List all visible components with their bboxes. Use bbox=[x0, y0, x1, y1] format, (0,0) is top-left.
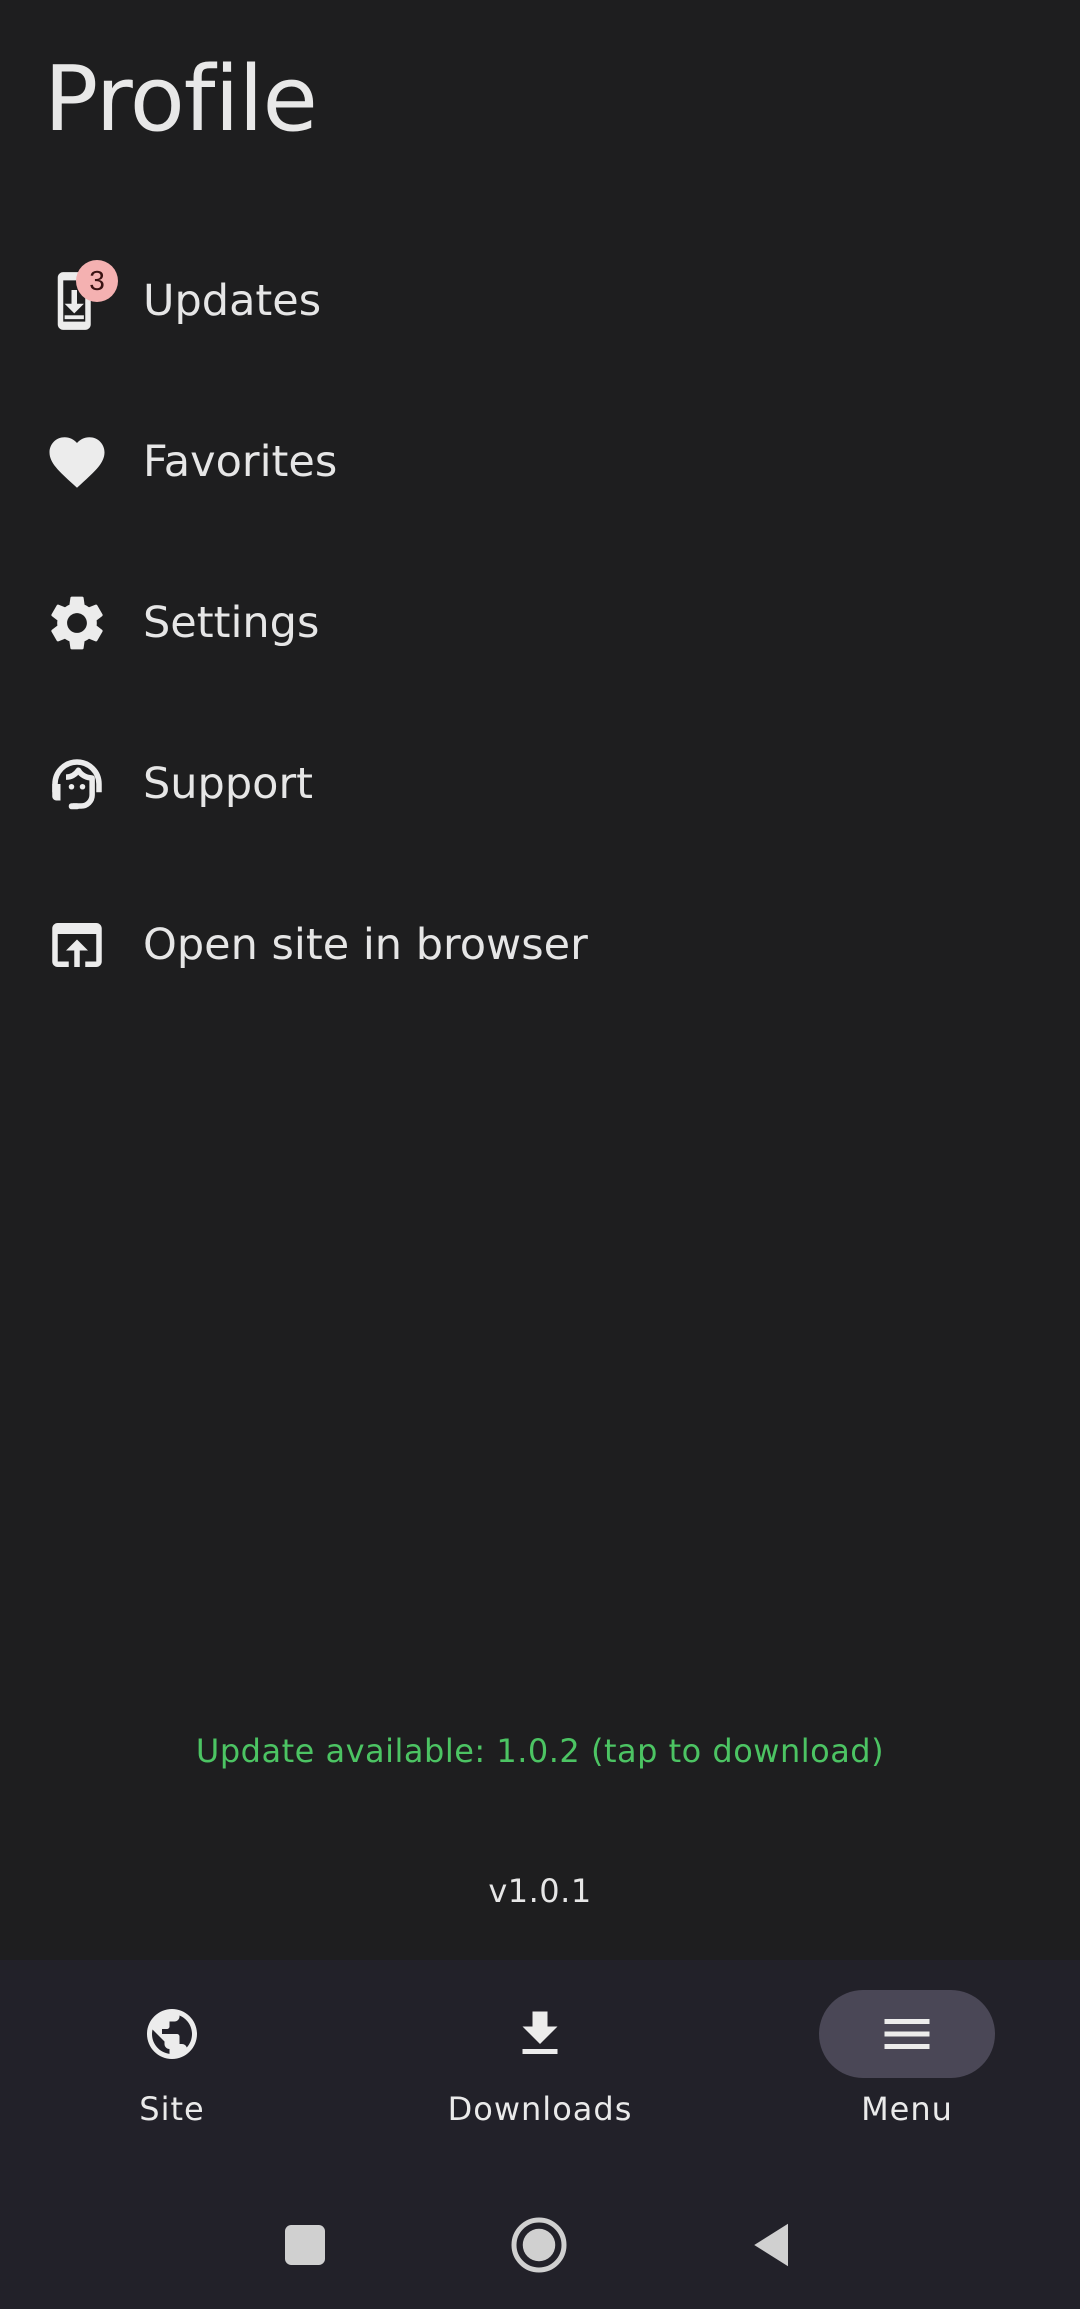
nav-label: Site bbox=[139, 2090, 205, 2128]
app-version: v1.0.1 bbox=[488, 1872, 592, 1910]
support-agent-icon bbox=[44, 751, 110, 817]
menu-item-label: Updates bbox=[143, 275, 322, 326]
nav-label: Menu bbox=[861, 2090, 953, 2128]
menu-item-label: Support bbox=[143, 758, 313, 809]
menu-item-settings[interactable]: Settings bbox=[0, 542, 1080, 703]
menu-item-open-browser[interactable]: Open site in browser bbox=[0, 864, 1080, 1025]
nav-pill bbox=[84, 1990, 260, 2078]
menu-item-label: Favorites bbox=[143, 436, 338, 487]
download-icon bbox=[522, 2011, 558, 2054]
nav-tab-menu[interactable]: Menu bbox=[757, 1990, 1057, 2160]
bottom-navigation: Site Downloads Menu bbox=[0, 1960, 1080, 2175]
home-circle-icon bbox=[511, 2217, 567, 2273]
menu-item-label: Settings bbox=[143, 597, 320, 648]
open-in-browser-icon bbox=[44, 912, 110, 978]
system-navigation-bar bbox=[0, 2175, 1080, 2309]
page-title: Profile bbox=[44, 47, 318, 152]
menu-list: 3 Updates Favorites Settings Support Ope… bbox=[0, 220, 1080, 1025]
phone-update-icon: 3 bbox=[44, 259, 118, 334]
back-triangle-icon bbox=[754, 2223, 788, 2267]
updates-count-badge: 3 bbox=[76, 259, 118, 302]
recents-button[interactable] bbox=[275, 2215, 335, 2275]
globe-icon bbox=[147, 2009, 197, 2059]
nav-pill-active bbox=[819, 1990, 995, 2078]
gear-icon bbox=[44, 590, 110, 656]
recents-square-icon bbox=[285, 2225, 325, 2265]
heart-icon bbox=[44, 429, 110, 495]
back-button[interactable] bbox=[743, 2215, 803, 2275]
menu-item-label: Open site in browser bbox=[143, 919, 588, 970]
menu-item-support[interactable]: Support bbox=[0, 703, 1080, 864]
nav-pill bbox=[452, 1990, 628, 2078]
update-available-link[interactable]: Update available: 1.0.2 (tap to download… bbox=[0, 1732, 1080, 1770]
menu-item-favorites[interactable]: Favorites bbox=[0, 381, 1080, 542]
home-button[interactable] bbox=[509, 2215, 569, 2275]
menu-icon bbox=[884, 2019, 930, 2049]
nav-tab-downloads[interactable]: Downloads bbox=[390, 1990, 690, 2160]
nav-label: Downloads bbox=[447, 2090, 633, 2128]
nav-tab-site[interactable]: Site bbox=[22, 1990, 322, 2160]
menu-item-updates[interactable]: 3 Updates bbox=[0, 220, 1080, 381]
